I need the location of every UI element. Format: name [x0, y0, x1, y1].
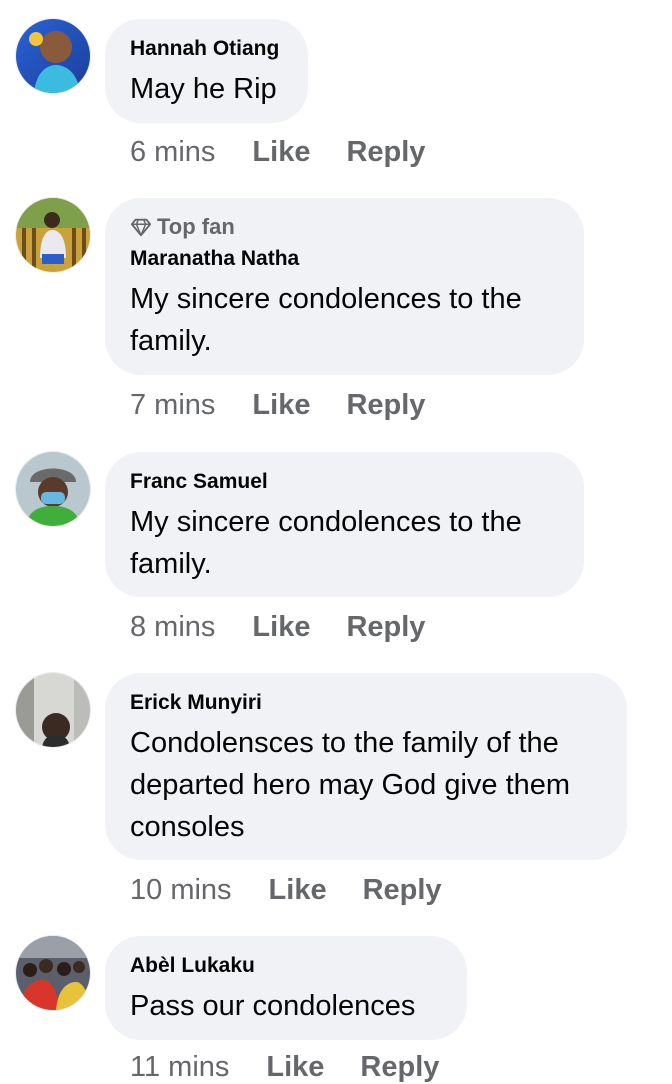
comment-timestamp[interactable]: 6 mins [130, 136, 215, 169]
comment-bubble: Hannah Otiang May he Rip [105, 19, 308, 123]
comment-actions: 8 mins Like Reply [130, 611, 425, 644]
comment-bubble: Franc Samuel My sincere condolences to t… [105, 452, 584, 597]
reply-button[interactable]: Reply [346, 136, 425, 169]
reply-button[interactable]: Reply [360, 1051, 439, 1084]
profile-photo-icon [16, 936, 90, 1010]
like-button[interactable]: Like [252, 389, 310, 422]
avatar[interactable] [16, 198, 90, 272]
profile-photo-icon [16, 198, 90, 272]
like-button[interactable]: Like [266, 1051, 324, 1084]
avatar[interactable] [16, 936, 90, 1010]
comment-text: My sincere condolences to the family. [130, 506, 522, 580]
like-button[interactable]: Like [269, 874, 327, 907]
avatar[interactable] [16, 19, 90, 93]
comment-text: Pass our condolences [130, 990, 416, 1022]
comment-actions: 7 mins Like Reply [130, 389, 425, 422]
comment-bubble: Erick Munyiri Condolensces to the family… [105, 673, 627, 860]
comment-actions: 6 mins Like Reply [130, 136, 425, 169]
profile-photo-icon [16, 452, 90, 526]
comment-bubble: Top fan Maranatha Natha My sincere condo… [105, 198, 584, 375]
comment-timestamp[interactable]: 11 mins [130, 1051, 229, 1084]
reply-button[interactable]: Reply [346, 389, 425, 422]
comment-timestamp[interactable]: 10 mins [130, 874, 232, 907]
comment-actions: 10 mins Like Reply [130, 874, 442, 907]
badge-label: Top fan [157, 214, 235, 239]
profile-photo-icon [16, 19, 90, 93]
reply-button[interactable]: Reply [346, 611, 425, 644]
comment-actions: 11 mins Like Reply [130, 1051, 439, 1084]
comment-author[interactable]: Erick Munyiri [130, 690, 601, 716]
like-button[interactable]: Like [252, 611, 310, 644]
comment-bubble: Abèl Lukaku Pass our condolences [105, 936, 467, 1040]
comment-text: My sincere condolences to the family. [130, 283, 522, 357]
diamond-icon [130, 218, 152, 237]
comment-author[interactable]: Hannah Otiang [130, 36, 282, 62]
comment-author[interactable]: Franc Samuel [130, 469, 558, 495]
avatar[interactable] [16, 452, 90, 526]
comment-text: Condolensces to the family of the depart… [130, 727, 571, 843]
reply-button[interactable]: Reply [363, 874, 442, 907]
comment-timestamp[interactable]: 8 mins [130, 611, 215, 644]
comment-text: May he Rip [130, 73, 277, 105]
avatar[interactable] [16, 673, 90, 747]
profile-photo-icon [16, 673, 90, 747]
comment-timestamp[interactable]: 7 mins [130, 389, 215, 422]
comment-author[interactable]: Abèl Lukaku [130, 953, 441, 979]
top-fan-badge: Top fan [130, 214, 558, 240]
like-button[interactable]: Like [252, 136, 310, 169]
comment-author[interactable]: Maranatha Natha [130, 246, 558, 272]
